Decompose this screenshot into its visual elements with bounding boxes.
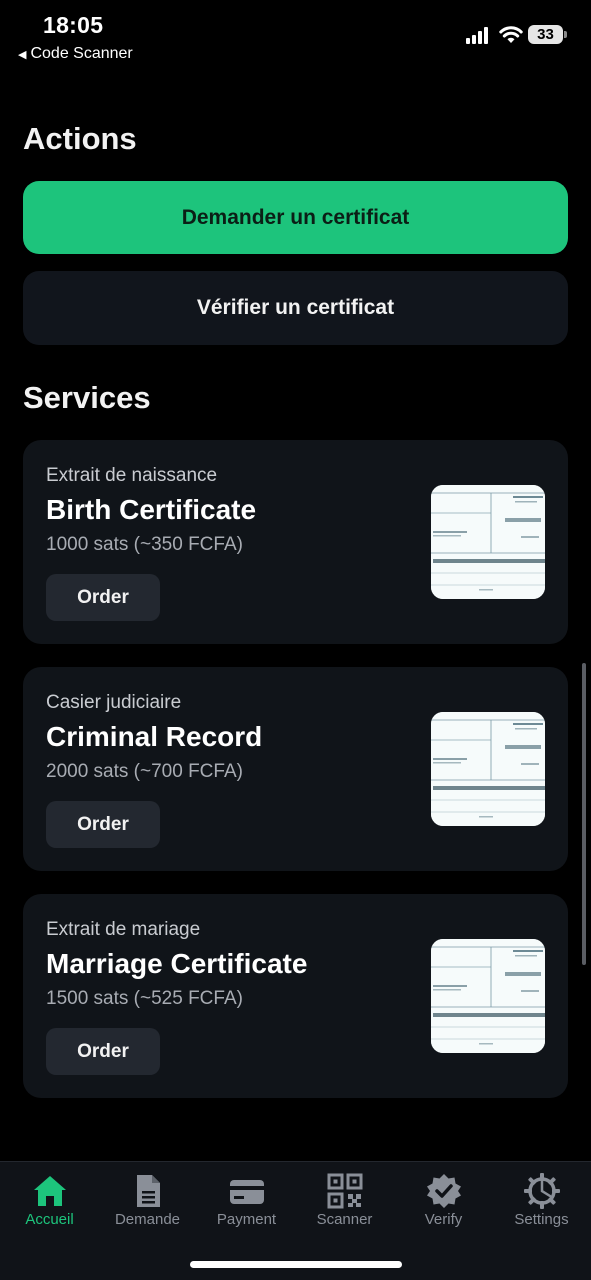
back-arrow-icon: ◀ — [18, 48, 27, 61]
service-price: 1000 sats (~350 FCFA) — [46, 534, 243, 555]
tab-verify[interactable]: Verify — [394, 1162, 493, 1242]
order-button[interactable]: Order — [46, 574, 160, 621]
tab-demande[interactable]: Demande — [98, 1162, 197, 1242]
status-time: 18:05 — [43, 12, 104, 38]
service-title: Birth Certificate — [46, 494, 257, 525]
tab-accueil[interactable]: Accueil — [0, 1162, 99, 1242]
verified-badge-icon — [426, 1174, 461, 1208]
order-button[interactable]: Order — [46, 801, 160, 848]
scroll-indicator[interactable] — [582, 663, 586, 965]
tab-label: Payment — [216, 1211, 277, 1228]
back-label: Code Scanner — [30, 45, 133, 62]
service-title: Criminal Record — [46, 721, 263, 752]
qr-code-icon — [327, 1173, 362, 1209]
verify-certificate-button[interactable]: Vérifier un certificat — [23, 271, 568, 345]
service-card-marriage: Extrait de mariage Marriage Certificate … — [23, 894, 568, 1098]
service-card-criminal: Casier judiciaire Criminal Record 2000 s… — [23, 667, 568, 871]
wifi-icon — [499, 26, 523, 43]
battery-tip — [564, 31, 567, 38]
certificate-document-icon — [431, 485, 545, 599]
credit-card-icon — [229, 1180, 264, 1204]
service-price: 2000 sats (~700 FCFA) — [46, 761, 243, 782]
home-icon — [33, 1176, 66, 1206]
tab-settings[interactable]: Settings — [492, 1162, 591, 1242]
certificate-thumbnail — [431, 485, 545, 599]
tab-scanner[interactable]: Scanner — [295, 1162, 394, 1242]
status-bar: 18:05 ◀ Code Scanner 33 — [0, 0, 591, 72]
request-certificate-button[interactable]: Demander un certificat — [23, 181, 568, 254]
home-indicator[interactable] — [190, 1261, 402, 1268]
certificate-thumbnail — [431, 712, 545, 826]
battery-level: 33 — [528, 25, 563, 44]
back-to-app-link[interactable]: ◀ Code Scanner — [18, 45, 133, 63]
services-heading: Services — [23, 380, 151, 415]
tab-payment[interactable]: Payment — [197, 1162, 296, 1242]
service-subtitle: Casier judiciaire — [46, 692, 182, 713]
service-subtitle: Extrait de naissance — [46, 465, 218, 486]
gear-icon — [523, 1173, 560, 1209]
cellular-signal-icon — [466, 27, 488, 44]
tab-label: Demande — [114, 1211, 181, 1228]
actions-heading: Actions — [23, 121, 137, 156]
tab-label: Accueil — [25, 1211, 74, 1228]
certificate-document-icon — [431, 939, 545, 1053]
certificate-document-icon — [431, 712, 545, 826]
service-price: 1500 sats (~525 FCFA) — [46, 988, 243, 1009]
tab-label: Scanner — [316, 1211, 373, 1228]
tab-label: Settings — [514, 1211, 569, 1228]
service-subtitle: Extrait de mariage — [46, 919, 201, 940]
certificate-thumbnail — [431, 939, 545, 1053]
order-button[interactable]: Order — [46, 1028, 160, 1075]
service-title: Marriage Certificate — [46, 948, 308, 979]
service-card-birth: Extrait de naissance Birth Certificate 1… — [23, 440, 568, 644]
tab-label: Verify — [424, 1211, 463, 1228]
document-icon — [136, 1175, 160, 1207]
